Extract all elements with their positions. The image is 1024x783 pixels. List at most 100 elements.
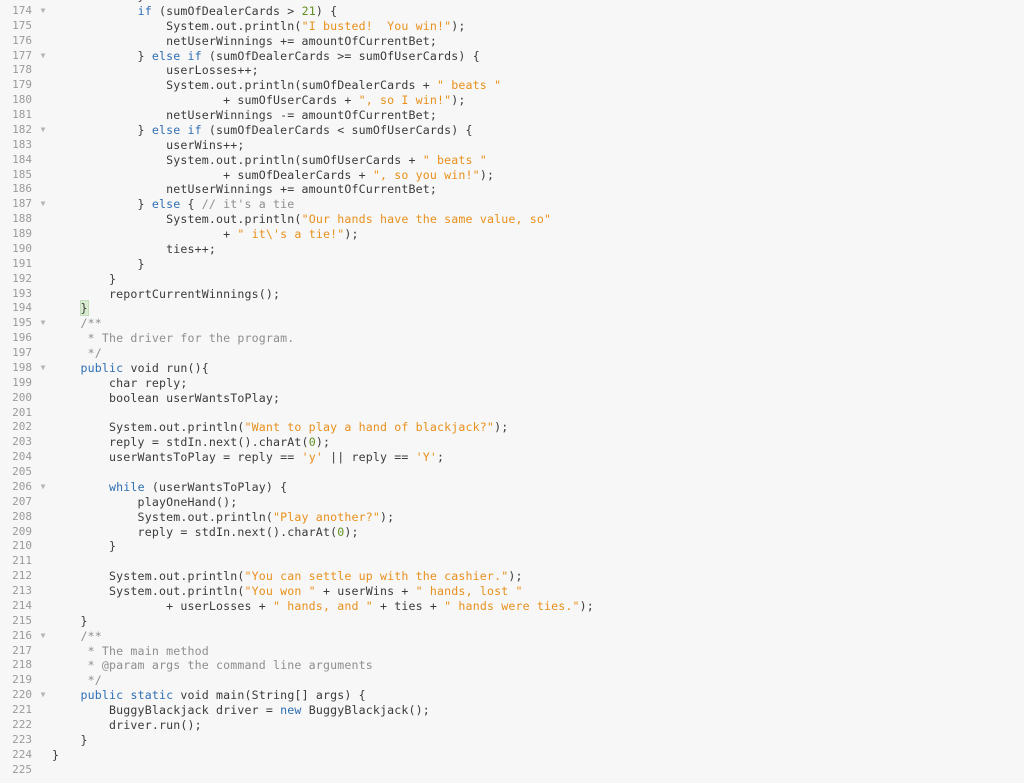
code-line[interactable]: 189 + " it\'s a tie!"); [0,227,1024,242]
code-text[interactable]: driver.run(); [52,718,202,733]
code-line[interactable]: 203 reply = stdIn.next().charAt(0); [0,435,1024,450]
code-text[interactable]: boolean userWantsToPlay; [52,391,280,406]
code-editor[interactable]: 173 }174▼ if (sumOfDealerCards > 21) {17… [0,0,1024,783]
code-text[interactable]: } [52,614,88,629]
code-line[interactable]: 192 } [0,272,1024,287]
code-text[interactable]: + userLosses + " hands, and " + ties + "… [52,599,594,614]
code-line[interactable]: 219 */ [0,673,1024,688]
code-line[interactable]: 199 char reply; [0,376,1024,391]
code-text[interactable]: } else if (sumOfDealerCards < sumOfUserC… [52,123,473,138]
code-line[interactable]: 207 playOneHand(); [0,495,1024,510]
code-text[interactable]: System.out.println(sumOfUserCards + " be… [52,153,487,168]
code-text[interactable]: * @param args the command line arguments [52,658,373,673]
code-line[interactable]: 217 * The main method [0,644,1024,659]
code-text[interactable]: netUserWinnings += amountOfCurrentBet; [52,34,437,49]
code-text[interactable]: char reply; [52,376,187,391]
fold-arrow-icon[interactable]: ▼ [38,123,48,138]
code-text[interactable]: userLosses++; [52,63,259,78]
fold-arrow-icon[interactable]: ▼ [38,316,48,331]
code-text[interactable]: ties++; [52,242,216,257]
fold-arrow-icon[interactable]: ▼ [38,688,48,703]
code-text[interactable]: System.out.println("I busted! You win!")… [52,19,466,34]
code-text[interactable]: } [52,300,89,317]
code-text[interactable]: } [52,272,116,287]
code-text[interactable]: } [52,257,145,272]
code-line[interactable]: 221 BuggyBlackjack driver = new BuggyBla… [0,703,1024,718]
code-text[interactable]: } [52,539,116,554]
code-text[interactable]: */ [52,346,102,361]
code-text[interactable]: + " it\'s a tie!"); [52,227,359,242]
code-line[interactable]: 212 System.out.println("You can settle u… [0,569,1024,584]
code-text[interactable]: public void run(){ [52,361,209,376]
code-line[interactable]: 210 } [0,539,1024,554]
code-text[interactable]: */ [52,673,102,688]
code-line[interactable]: 214 + userLosses + " hands, and " + ties… [0,599,1024,614]
code-text[interactable]: System.out.println("You can settle up wi… [52,569,523,584]
code-line[interactable]: 186 netUserWinnings += amountOfCurrentBe… [0,182,1024,197]
code-line[interactable]: 222 driver.run(); [0,718,1024,733]
code-line[interactable]: 174 ▼ if (sumOfDealerCards > 21) { [0,4,1024,19]
code-line[interactable]: 202 System.out.println("Want to play a h… [0,420,1024,435]
code-line[interactable]: 216 ▼ /** [0,629,1024,644]
code-text[interactable]: public static void main(String[] args) { [52,688,366,703]
code-text[interactable]: BuggyBlackjack driver = new BuggyBlackja… [52,703,430,718]
code-line[interactable]: 190 ties++; [0,242,1024,257]
code-line[interactable]: 197 */ [0,346,1024,361]
code-line[interactable]: 218 * @param args the command line argum… [0,658,1024,673]
fold-arrow-icon[interactable]: ▼ [38,4,48,19]
code-line[interactable]: 175 System.out.println("I busted! You wi… [0,19,1024,34]
code-text[interactable]: System.out.println("You won " + userWins… [52,584,523,599]
code-line[interactable]: 182 ▼ } else if (sumOfDealerCards < sumOf… [0,123,1024,138]
code-text[interactable]: * The main method [52,644,209,659]
code-line[interactable]: 205 [0,465,1024,480]
code-line[interactable]: 225 [0,763,1024,778]
code-text[interactable]: + sumOfUserCards + ", so I win!"); [52,93,466,108]
code-text[interactable]: + sumOfDealerCards + ", so you win!"); [52,168,494,183]
code-lines[interactable]: 173 }174▼ if (sumOfDealerCards > 21) {17… [0,0,1024,777]
code-line[interactable]: 195 ▼ /** [0,316,1024,331]
fold-arrow-icon[interactable]: ▼ [38,49,48,64]
code-line[interactable]: 211 [0,554,1024,569]
code-line[interactable]: 209 reply = stdIn.next().charAt(0); [0,525,1024,540]
code-text[interactable]: if (sumOfDealerCards > 21) { [52,4,338,19]
fold-arrow-icon[interactable]: ▼ [38,629,48,644]
code-line[interactable]: 200 boolean userWantsToPlay; [0,391,1024,406]
code-line[interactable]: 194 } [0,300,1024,317]
code-text[interactable]: } [52,748,59,763]
code-text[interactable]: reportCurrentWinnings(); [52,287,280,302]
code-line[interactable]: 223 } [0,733,1024,748]
code-line[interactable]: 224} [0,748,1024,763]
code-text[interactable]: reply = stdIn.next().charAt(0); [52,525,359,540]
code-text[interactable]: while (userWantsToPlay) { [52,480,287,495]
code-text[interactable]: System.out.println(sumOfDealerCards + " … [52,78,501,93]
code-text[interactable]: reply = stdIn.next().charAt(0); [52,435,330,450]
code-line[interactable]: 191 } [0,257,1024,272]
code-line[interactable]: 179 System.out.println(sumOfDealerCards … [0,78,1024,93]
code-line[interactable]: 201 [0,406,1024,421]
code-line[interactable]: 213 System.out.println("You won " + user… [0,584,1024,599]
code-text[interactable]: * The driver for the program. [52,331,295,346]
code-line[interactable]: 198 ▼ public void run(){ [0,361,1024,376]
fold-arrow-icon[interactable]: ▼ [38,197,48,212]
code-text[interactable]: /** [52,316,102,331]
code-line[interactable]: 215 } [0,614,1024,629]
fold-arrow-icon[interactable]: ▼ [38,480,48,495]
code-text[interactable]: System.out.println("Want to play a hand … [52,420,508,435]
code-line[interactable]: 206 ▼ while (userWantsToPlay) { [0,480,1024,495]
code-line[interactable]: 188 System.out.println("Our hands have t… [0,212,1024,227]
code-text[interactable]: netUserWinnings += amountOfCurrentBet; [52,182,437,197]
code-line[interactable]: 180 + sumOfUserCards + ", so I win!"); [0,93,1024,108]
code-text[interactable]: userWins++; [52,138,245,153]
code-line[interactable]: 178 userLosses++; [0,63,1024,78]
code-line[interactable]: 193 reportCurrentWinnings(); [0,287,1024,302]
code-line[interactable]: 183 userWins++; [0,138,1024,153]
code-line[interactable]: 187 ▼ } else { // it's a tie [0,197,1024,212]
code-line[interactable]: 177 ▼ } else if (sumOfDealerCards >= sumO… [0,49,1024,64]
code-line[interactable]: 176 netUserWinnings += amountOfCurrentBe… [0,34,1024,49]
code-text[interactable]: /** [52,629,102,644]
code-text[interactable]: netUserWinnings -= amountOfCurrentBet; [52,108,437,123]
code-text[interactable]: } [52,733,88,748]
code-text[interactable]: } else { // it's a tie [52,197,295,212]
code-text[interactable]: System.out.println("Our hands have the s… [52,212,551,227]
fold-arrow-icon[interactable]: ▼ [38,361,48,376]
